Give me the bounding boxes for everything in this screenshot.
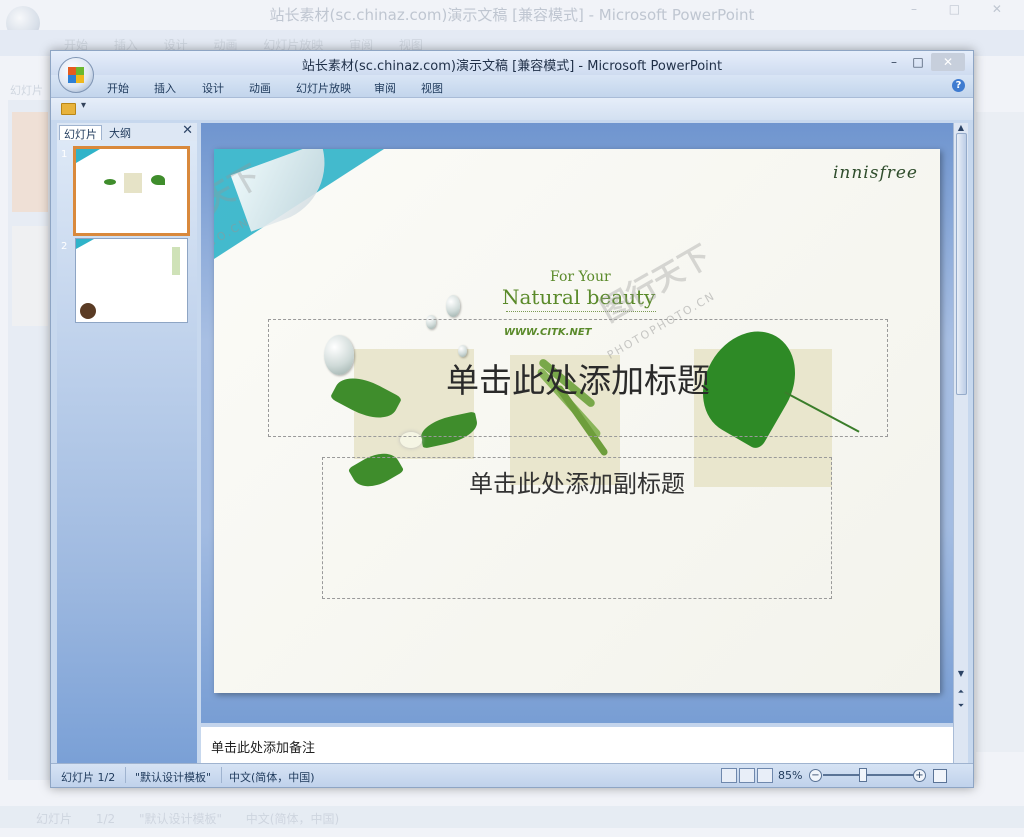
slide-number: 2 (61, 241, 68, 252)
vertical-scrollbar[interactable]: ▲ ▼ ⏶ ⏷ (953, 123, 968, 763)
slide-thumbnail-2[interactable] (75, 238, 188, 323)
previous-slide-icon[interactable]: ⏶ (954, 687, 968, 697)
slide-number: 1 (61, 149, 68, 160)
language-indicator[interactable]: 中文(简体，中国) (229, 769, 315, 785)
close-button[interactable]: ✕ (931, 53, 965, 71)
thumb-ginkgo (151, 175, 165, 185)
background-panel-tab: 幻灯片 (10, 84, 43, 97)
tab-view[interactable]: 视图 (421, 80, 443, 96)
subtitle-placeholder-text: 单击此处添加副标题 (469, 470, 685, 498)
tab-slides[interactable]: 幻灯片 (59, 125, 102, 141)
notes-placeholder: 单击此处添加备注 (211, 741, 316, 756)
title-placeholder[interactable]: 单击此处添加标题 (268, 319, 888, 437)
brand-logo: innisfree (832, 163, 918, 183)
background-status-text: 幻灯片 1/2 "默认设计模板" 中文(简体，中国) (36, 812, 340, 826)
tab-design[interactable]: 设计 (202, 80, 224, 96)
tab-slideshow[interactable]: 幻灯片放映 (296, 80, 351, 96)
qat-dropdown-icon[interactable]: ▾ (81, 100, 86, 111)
notes-pane[interactable]: 单击此处添加备注 (201, 723, 953, 763)
thumb-corner (76, 149, 100, 163)
zoom-out-icon[interactable]: − (809, 769, 822, 782)
zoom-level[interactable]: 85% (778, 769, 802, 782)
background-thumbnail (12, 112, 48, 212)
tab-insert[interactable]: 插入 (154, 80, 176, 96)
zoom-slider-knob[interactable] (859, 768, 867, 782)
maximize-button[interactable]: □ (907, 53, 929, 71)
slide-sorter-view-icon[interactable] (739, 768, 755, 783)
scroll-thumb[interactable] (956, 133, 967, 395)
thumbnail-pane: 1 2 (57, 141, 197, 763)
thumb-square (124, 173, 142, 193)
open-folder-icon[interactable] (61, 103, 76, 115)
thumb-corner (76, 239, 94, 249)
background-window-title: 站长素材(sc.chinaz.com)演示文稿 [兼容模式] - Microso… (269, 6, 755, 24)
scroll-up-icon[interactable]: ▲ (954, 123, 968, 132)
status-separator (125, 767, 126, 783)
quick-access-toolbar: ▾ (51, 98, 973, 120)
office-logo-icon (68, 67, 84, 83)
tab-home[interactable]: 开始 (107, 80, 129, 96)
status-bar: 幻灯片 1/2 "默认设计模板" 中文(简体，中国) 85% − + (51, 763, 973, 787)
zoom-in-icon[interactable]: + (913, 769, 926, 782)
next-slide-icon[interactable]: ⏷ (954, 701, 968, 711)
thumb-round-image (80, 303, 96, 319)
slides-outline-tabs: 幻灯片 大纲 ✕ (57, 123, 197, 142)
title-placeholder-text: 单击此处添加标题 (446, 361, 710, 400)
close-pane-icon[interactable]: ✕ (182, 123, 193, 138)
water-drop-icon (446, 295, 460, 317)
tab-review[interactable]: 审阅 (374, 80, 396, 96)
office-button[interactable] (58, 57, 94, 93)
slide-position-indicator: 幻灯片 1/2 (61, 771, 116, 784)
slideshow-view-icon[interactable] (757, 768, 773, 783)
background-window-controls: – □ ✕ (910, 2, 1016, 16)
help-icon[interactable]: ? (952, 79, 965, 92)
tab-animations[interactable]: 动画 (249, 80, 271, 96)
status-separator (221, 767, 222, 783)
thumb-strip (172, 247, 180, 275)
tab-outline[interactable]: 大纲 (105, 125, 135, 141)
scroll-down-icon[interactable]: ▼ (954, 669, 968, 678)
subtitle-placeholder[interactable]: 单击此处添加副标题 (322, 457, 832, 599)
title-bar: 站长素材(sc.chinaz.com)演示文稿 [兼容模式] - Microso… (51, 51, 973, 75)
theme-name[interactable]: "默认设计模板" (135, 769, 211, 785)
slide-canvas[interactable]: innisfree For Your Natural beauty WWW.CI… (214, 149, 940, 693)
minimize-button[interactable]: – (883, 53, 905, 71)
thumb-leaf (104, 179, 116, 185)
background-scroll-area (976, 112, 1024, 752)
fit-to-window-icon[interactable] (933, 769, 947, 783)
ribbon-tabs: 开始 插入 设计 动画 幻灯片放映 审阅 视图 ? (51, 75, 973, 98)
background-thumbnail (12, 226, 48, 326)
normal-view-icon[interactable] (721, 768, 737, 783)
zoom-slider[interactable] (823, 774, 915, 776)
slogan-for-your: For Your (550, 269, 611, 285)
slide-thumbnail-1[interactable] (73, 146, 190, 236)
powerpoint-window: 站长素材(sc.chinaz.com)演示文稿 [兼容模式] - Microso… (50, 50, 974, 788)
window-title: 站长素材(sc.chinaz.com)演示文稿 [兼容模式] - Microso… (301, 59, 723, 74)
